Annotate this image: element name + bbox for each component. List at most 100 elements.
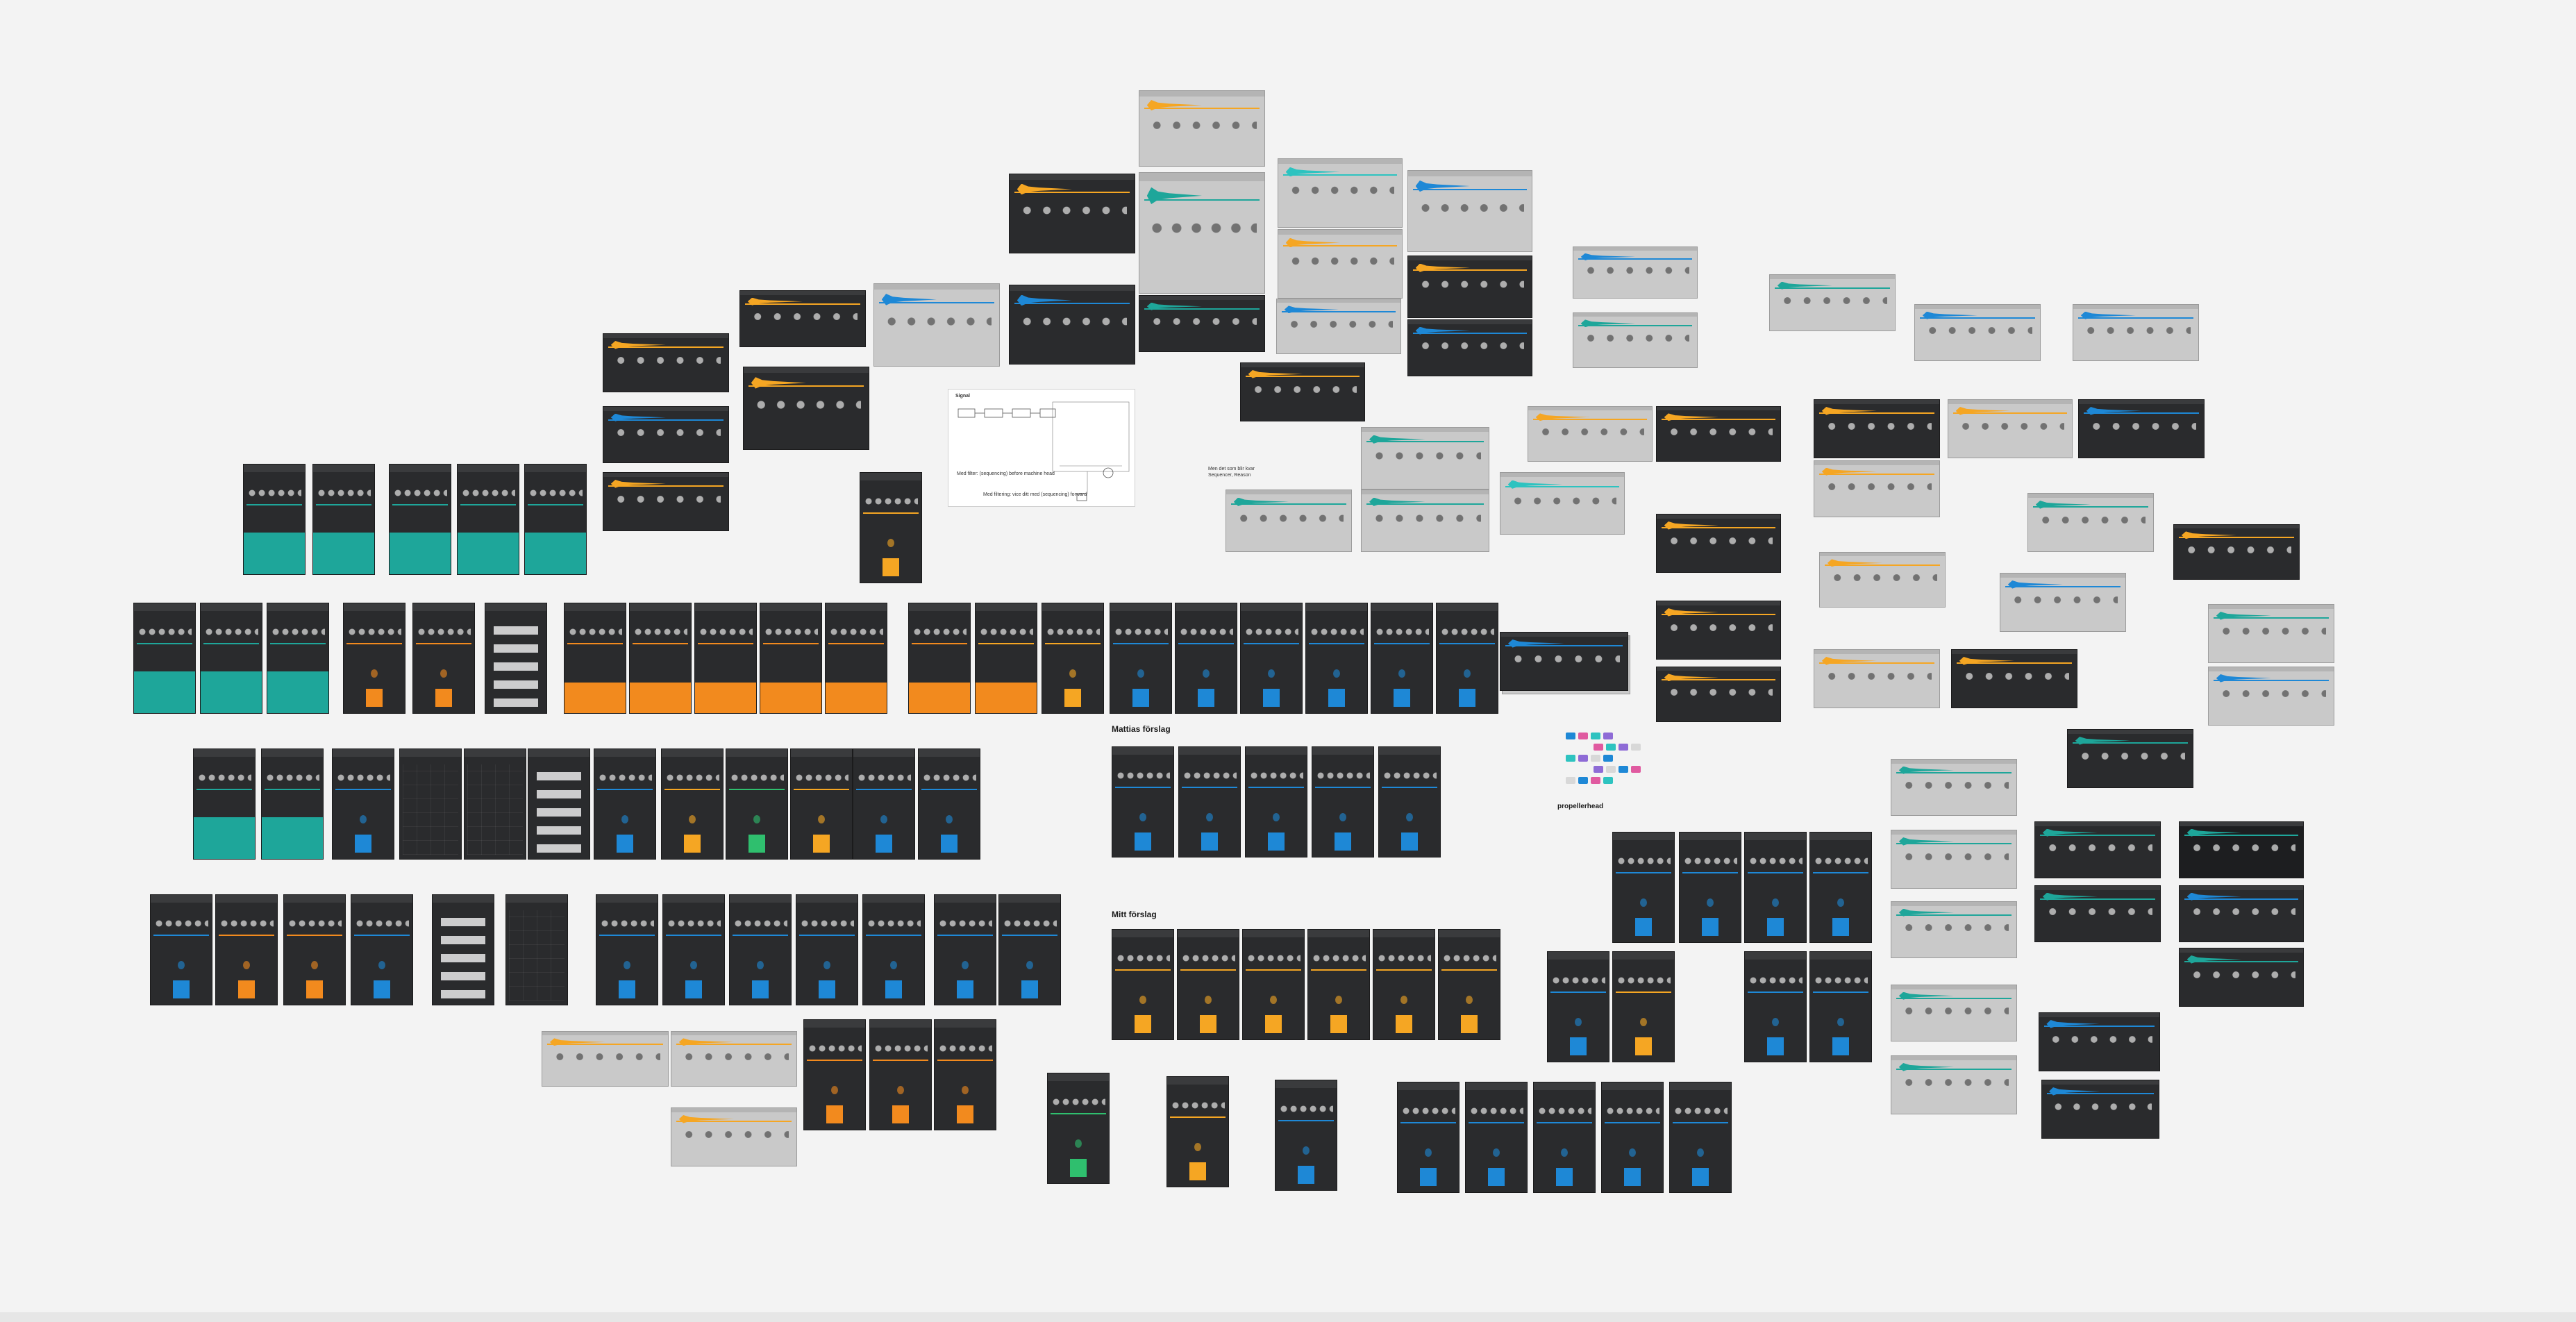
mockup-frame[interactable] xyxy=(457,464,519,575)
mockup-frame[interactable] xyxy=(594,748,656,860)
mockup-frame[interactable] xyxy=(1312,746,1374,857)
mockup-frame[interactable] xyxy=(729,894,792,1005)
signal-flow-diagram[interactable]: Signal Med filter: (sequencing) before m… xyxy=(948,389,1135,507)
mockup-frame[interactable] xyxy=(603,406,729,463)
mockup-frame[interactable] xyxy=(1669,1082,1732,1193)
mockup-frame[interactable] xyxy=(596,894,658,1005)
mockup-frame[interactable] xyxy=(1656,667,1781,722)
mockup-frame[interactable] xyxy=(1465,1082,1528,1193)
mockup-frame[interactable] xyxy=(629,603,692,714)
mockup-frame[interactable] xyxy=(2179,885,2304,942)
mockup-frame[interactable] xyxy=(1601,1082,1664,1193)
mockup-frame[interactable] xyxy=(215,894,278,1005)
mockup-frame[interactable] xyxy=(1009,174,1135,253)
mockup-frame[interactable] xyxy=(1242,929,1305,1040)
mockup-frame[interactable] xyxy=(485,603,547,714)
mockup-frame[interactable] xyxy=(1891,1055,2017,1114)
color-swatch[interactable] xyxy=(1606,744,1616,751)
mockup-frame[interactable] xyxy=(694,603,757,714)
color-swatch[interactable] xyxy=(1578,777,1588,784)
mockup-frame[interactable] xyxy=(267,603,329,714)
mockup-frame[interactable] xyxy=(1436,603,1498,714)
mockup-frame[interactable] xyxy=(934,894,996,1005)
mockup-frame[interactable] xyxy=(1175,603,1237,714)
mockup-frame[interactable] xyxy=(1573,246,1698,299)
color-swatch[interactable] xyxy=(1603,755,1613,762)
mockup-frame[interactable] xyxy=(1139,172,1265,294)
mockup-frame[interactable] xyxy=(1744,832,1807,943)
mockup-frame[interactable] xyxy=(351,894,413,1005)
mockup-frame[interactable] xyxy=(743,367,869,450)
mockup-frame[interactable] xyxy=(464,748,526,860)
mockup-frame[interactable] xyxy=(1679,832,1741,943)
mockup-frame[interactable] xyxy=(2208,604,2334,663)
mockup-frame[interactable] xyxy=(2073,304,2199,361)
mockup-frame[interactable] xyxy=(1891,759,2017,816)
color-swatch[interactable] xyxy=(1594,744,1603,751)
color-swatch[interactable] xyxy=(1578,755,1588,762)
mockup-frame[interactable] xyxy=(1407,319,1532,376)
mockup-frame[interactable] xyxy=(1397,1082,1460,1193)
mockup-frame[interactable] xyxy=(726,748,788,860)
mockup-frame[interactable] xyxy=(1814,399,1940,458)
mockup-frame[interactable] xyxy=(1042,603,1104,714)
mockup-frame[interactable] xyxy=(312,464,375,575)
mockup-frame[interactable] xyxy=(671,1031,797,1087)
mockup-frame[interactable] xyxy=(399,748,462,860)
mockup-frame[interactable] xyxy=(2041,1080,2159,1139)
mockup-frame[interactable] xyxy=(998,894,1061,1005)
mockup-frame[interactable] xyxy=(1166,1076,1229,1187)
mockup-frame[interactable] xyxy=(2173,524,2300,580)
mockup-frame[interactable] xyxy=(332,748,394,860)
mockup-frame[interactable] xyxy=(934,1019,996,1130)
mockup-frame[interactable] xyxy=(2067,729,2193,788)
design-canvas[interactable] xyxy=(0,0,2576,1322)
mockup-frame[interactable] xyxy=(2027,493,2154,552)
mockup-frame[interactable] xyxy=(1891,830,2017,889)
mockup-frame[interactable] xyxy=(860,472,922,583)
mockup-frame[interactable] xyxy=(908,603,971,714)
mockup-frame[interactable] xyxy=(1240,362,1365,421)
mockup-frame[interactable] xyxy=(1407,256,1532,318)
mockup-frame[interactable] xyxy=(2179,948,2304,1007)
mockup-frame[interactable] xyxy=(1547,951,1609,1062)
mockup-frame[interactable] xyxy=(873,283,1000,367)
color-swatch[interactable] xyxy=(1606,766,1616,773)
mockup-frame[interactable] xyxy=(1814,460,1940,517)
mockup-frame[interactable] xyxy=(1656,514,1781,573)
mockup-frame[interactable] xyxy=(1951,649,2077,708)
mockup-frame[interactable] xyxy=(1500,632,1628,691)
mockup-frame[interactable] xyxy=(1948,399,2073,458)
mockup-frame[interactable] xyxy=(1656,406,1781,462)
color-swatch[interactable] xyxy=(1603,733,1613,739)
mockup-frame[interactable] xyxy=(1139,90,1265,167)
mockup-frame[interactable] xyxy=(1612,832,1675,943)
mockup-frame[interactable] xyxy=(796,894,858,1005)
mockup-frame[interactable] xyxy=(542,1031,669,1087)
color-swatch[interactable] xyxy=(1566,733,1575,739)
mockup-frame[interactable] xyxy=(2208,667,2334,726)
mockup-frame[interactable] xyxy=(193,748,256,860)
mockup-frame[interactable] xyxy=(412,603,475,714)
mockup-frame[interactable] xyxy=(389,464,451,575)
mockup-frame[interactable] xyxy=(524,464,587,575)
mockup-frame[interactable] xyxy=(1245,746,1307,857)
color-swatch[interactable] xyxy=(1619,744,1628,751)
mockup-frame[interactable] xyxy=(1371,603,1433,714)
mockup-frame[interactable] xyxy=(2179,821,2304,878)
mockup-frame[interactable] xyxy=(1769,274,1896,331)
color-swatch[interactable] xyxy=(1591,755,1600,762)
mockup-frame[interactable] xyxy=(2000,573,2126,632)
mockup-frame[interactable] xyxy=(1378,746,1441,857)
mockup-frame[interactable] xyxy=(1009,285,1135,365)
mockup-frame[interactable] xyxy=(2078,399,2205,458)
mockup-frame[interactable] xyxy=(1110,603,1172,714)
mockup-frame[interactable] xyxy=(564,603,626,714)
mockup-frame[interactable] xyxy=(760,603,822,714)
mockup-frame[interactable] xyxy=(2039,1012,2160,1071)
mockup-frame[interactable] xyxy=(869,1019,932,1130)
mockup-frame[interactable] xyxy=(133,603,196,714)
mockup-frame[interactable] xyxy=(1177,929,1239,1040)
color-swatch[interactable] xyxy=(1631,744,1641,751)
mockup-frame[interactable] xyxy=(1612,951,1675,1062)
